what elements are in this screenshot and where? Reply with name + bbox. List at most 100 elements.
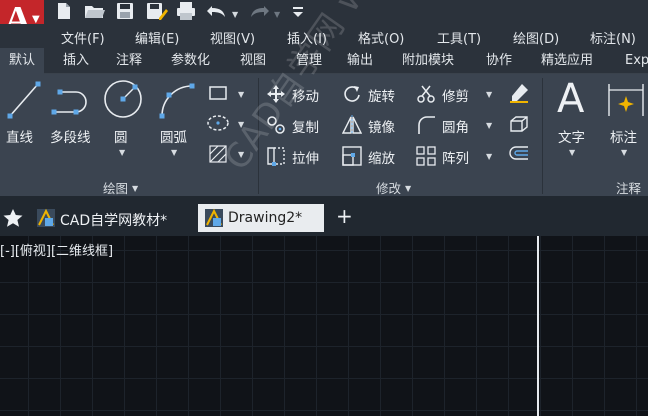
circle-dropdown-icon[interactable]: ▼ [119,148,125,157]
ellipse-dropdown-icon[interactable]: ▼ [238,120,244,129]
star-icon[interactable] [2,208,24,232]
modify-panel-title-text: 修改 [376,181,402,196]
move-label: 移动 [292,89,319,105]
mirror-tool[interactable]: 镜像 [342,113,412,137]
fillet-tool[interactable]: 圆角 ▼ [416,113,496,137]
trim-dropdown-icon[interactable]: ▼ [486,90,492,99]
move-tool[interactable]: 移动 [266,82,336,106]
line-label: 直线 [6,130,33,146]
scale-tool[interactable]: 缩放 [342,144,412,168]
tab-express[interactable]: Exp [616,48,648,74]
tab-manage[interactable]: 管理 [287,48,331,74]
polyline-label: 多段线 [50,130,91,146]
menu-format[interactable]: 格式(O) [358,28,404,47]
arc-dropdown-icon[interactable]: ▼ [171,148,177,157]
tab-annotate[interactable]: 注释 [107,48,151,74]
text-dropdown-icon[interactable]: ▼ [569,148,575,157]
menu-edit[interactable]: 编辑(E) [135,28,179,47]
fillet-label: 圆角 [442,120,469,136]
annotation-panel-title[interactable]: 注释 [616,178,641,197]
file-tab-cad-tutorial[interactable]: CAD自学网教材* [32,204,192,232]
tab-collaborate[interactable]: 协作 [477,48,521,74]
viewport-controls-label[interactable]: [-][俯视][二维线框] [0,240,113,259]
tab-featured-apps[interactable]: 精选应用 [532,48,602,74]
save-as-icon[interactable] [146,2,168,20]
explode-icon[interactable] [508,114,530,134]
panel-divider [258,78,259,194]
text-a-icon: A [557,76,585,122]
move-icon [267,85,285,103]
stretch-tool[interactable]: 拉伸 [266,144,336,168]
customize-arrow-icon[interactable] [292,2,304,20]
undo-dropdown-icon[interactable]: ▼ [232,6,238,24]
open-folder-icon[interactable] [84,2,106,20]
menu-tools[interactable]: 工具(T) [437,28,481,47]
menu-insert[interactable]: 插入(I) [287,28,327,47]
dimension-dropdown-icon[interactable]: ▼ [621,148,627,157]
text-tool[interactable]: A 文字 ▼ [552,74,598,174]
erase-icon[interactable] [508,82,530,104]
ellipse-icon[interactable] [206,114,230,132]
circle-label: 圆 [114,130,128,146]
dimension-icon [608,84,644,116]
tab-parametric[interactable]: 参数化 [162,48,219,74]
rectangle-dropdown-icon[interactable]: ▼ [238,90,244,99]
chevron-down-icon: ▼ [132,184,139,193]
line-tool[interactable]: 直线 [0,74,44,174]
fillet-icon [418,116,435,134]
polyline-icon [51,89,87,115]
rotate-icon [344,86,360,102]
modify-panel-title[interactable]: 修改 ▼ [376,178,411,197]
array-label: 阵列 [442,151,469,167]
circle-tool[interactable]: 圆 ▼ [100,74,146,174]
dimension-label: 标注 [610,130,637,146]
redo-icon[interactable] [248,2,270,20]
new-file-icon[interactable] [56,2,72,20]
array-icon [416,146,436,166]
tab-insert[interactable]: 插入 [54,48,98,74]
text-label: 文字 [558,130,585,146]
drawing-canvas[interactable]: [-][俯视][二维线框] [0,236,648,416]
print-icon[interactable] [176,2,196,20]
menu-view[interactable]: 视图(V) [210,28,255,47]
redo-dropdown-icon[interactable]: ▼ [274,6,280,24]
tab-default[interactable]: 默认 [0,48,45,74]
copy-tool[interactable]: 复制 [266,113,336,137]
file-tab-bar: CAD自学网教材* Drawing2* + [0,196,648,236]
fillet-dropdown-icon[interactable]: ▼ [486,121,492,130]
tab-output[interactable]: 输出 [338,48,382,74]
ribbon-tab-bar: 默认 插入 注释 参数化 视图 管理 输出 附加模块 协作 精选应用 Exp [0,48,648,74]
array-tool[interactable]: 阵列 ▼ [416,144,496,168]
draw-panel-title[interactable]: 绘图 ▼ [103,178,138,197]
dimension-tool[interactable]: 标注 ▼ [604,74,648,174]
draw-panel-title-text: 绘图 [103,181,129,196]
arc-tool[interactable]: 圆弧 ▼ [152,74,202,174]
polyline-tool[interactable]: 多段线 [48,74,100,174]
rectangle-icon[interactable] [208,85,228,101]
copy-icon [267,116,285,134]
line-icon [7,81,41,119]
rotate-tool[interactable]: 旋转 [342,82,412,106]
arc-icon [159,83,195,119]
array-dropdown-icon[interactable]: ▼ [486,152,492,161]
tab-addins[interactable]: 附加模块 [393,48,463,74]
tab-view[interactable]: 视图 [231,48,275,74]
menu-file[interactable]: 文件(F) [61,28,105,47]
menu-draw[interactable]: 绘图(D) [513,28,559,47]
save-icon[interactable] [116,2,134,20]
scale-icon [342,146,362,166]
mirror-icon [342,115,362,135]
new-tab-plus-icon[interactable]: + [336,204,353,228]
menu-dimension[interactable]: 标注(N) [590,28,636,47]
trim-label: 修剪 [442,89,469,105]
hatch-icon[interactable] [208,144,228,164]
undo-icon[interactable] [206,2,228,20]
offset-icon[interactable] [508,144,530,164]
menu-bar: 文件(F) 编辑(E) 视图(V) 插入(I) 格式(O) 工具(T) 绘图(D… [0,24,648,48]
trim-tool[interactable]: 修剪 ▼ [416,82,496,106]
file-tab-label: Drawing2* [228,210,303,226]
arc-label: 圆弧 [160,130,187,146]
hatch-dropdown-icon[interactable]: ▼ [238,150,244,159]
file-tab-drawing2[interactable]: Drawing2* [198,204,324,232]
copy-label: 复制 [292,120,319,136]
